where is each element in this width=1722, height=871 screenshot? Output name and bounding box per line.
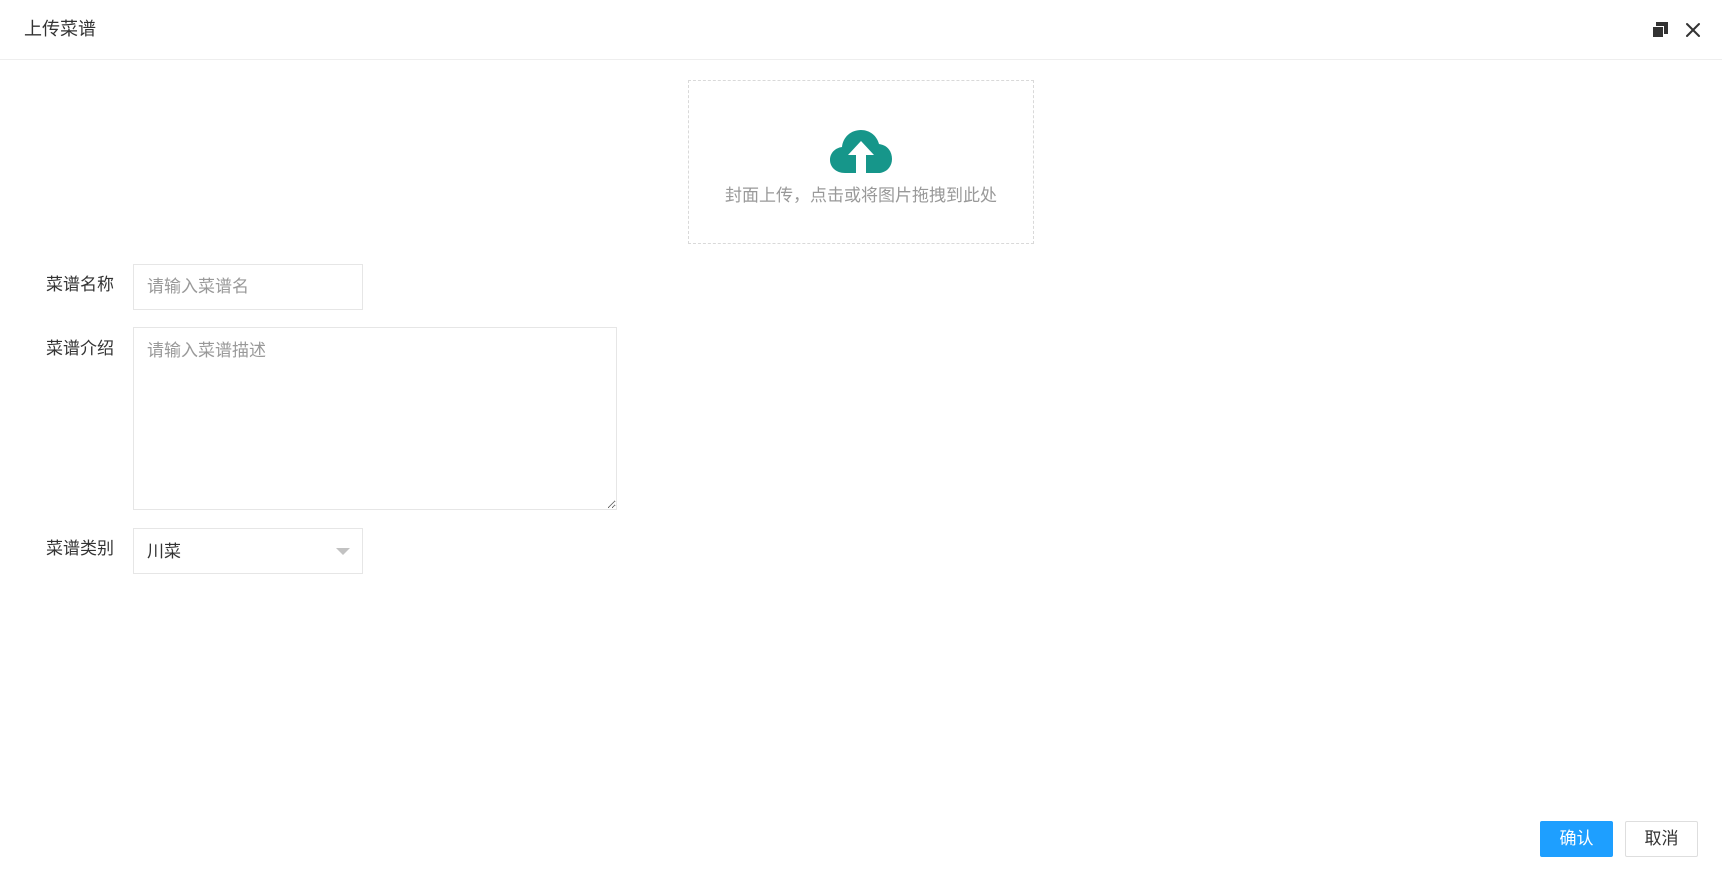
chevron-down-icon	[336, 548, 350, 555]
close-button[interactable]	[1680, 17, 1706, 43]
recipe-description-label: 菜谱介绍	[46, 339, 114, 359]
maximize-button[interactable]	[1647, 17, 1673, 43]
recipe-category-label: 菜谱类别	[46, 539, 114, 559]
cancel-button[interactable]: 取消	[1625, 821, 1698, 857]
recipe-category-select[interactable]: 川菜	[133, 528, 363, 574]
restore-window-icon	[1652, 22, 1668, 38]
upload-recipe-dialog: 上传菜谱 封面上传，点击或将图片拖拽到此处 菜谱名称 菜谱介绍 菜谱类别 川菜	[0, 0, 1722, 871]
cover-upload-dropzone[interactable]: 封面上传，点击或将图片拖拽到此处	[688, 80, 1034, 244]
upload-hint-text: 封面上传，点击或将图片拖拽到此处	[725, 186, 997, 206]
cloud-upload-icon	[830, 130, 892, 173]
recipe-category-value: 川菜	[147, 542, 181, 562]
dialog-title: 上传菜谱	[24, 19, 96, 40]
recipe-description-textarea[interactable]	[133, 327, 617, 510]
recipe-name-label: 菜谱名称	[46, 275, 114, 295]
recipe-name-input[interactable]	[133, 264, 363, 310]
confirm-button[interactable]: 确认	[1540, 821, 1613, 857]
close-icon	[1686, 23, 1700, 37]
dialog-titlebar: 上传菜谱	[0, 0, 1722, 60]
